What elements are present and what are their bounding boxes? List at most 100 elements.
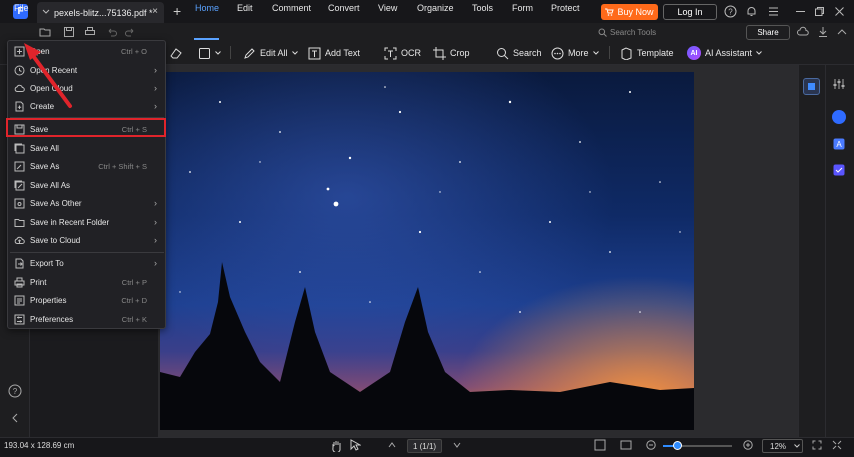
menu-item-label: Save to Cloud <box>30 235 81 245</box>
next-page-icon[interactable] <box>452 440 462 450</box>
download-icon[interactable] <box>817 26 829 38</box>
chevron-down-icon <box>291 51 298 55</box>
new-tab-icon[interactable]: + <box>173 3 181 19</box>
menu-item-save-all[interactable]: Save All <box>8 139 165 157</box>
menu-item-create[interactable]: Create › <box>8 97 165 115</box>
tab-comment[interactable]: Comment <box>272 3 311 13</box>
reading-mode-icon[interactable] <box>620 439 634 451</box>
search-tools-placeholder: Search Tools <box>610 27 657 37</box>
page-properties-button[interactable] <box>803 78 820 95</box>
submenu-arrow-icon: › <box>154 83 157 93</box>
menu-item-label: Save All As <box>30 180 71 190</box>
page-layout-icon[interactable] <box>594 439 608 451</box>
tab-form[interactable]: Form <box>512 3 533 13</box>
tab-organize[interactable]: Organize <box>417 3 454 13</box>
template-label: Template <box>637 48 674 58</box>
print-quick-icon[interactable] <box>84 26 96 38</box>
menu-icon[interactable] <box>767 5 780 18</box>
menu-item-save-to-cloud[interactable]: Save to Cloud › <box>8 231 165 249</box>
shape-tool-button[interactable] <box>198 45 221 61</box>
ai-assistant-label: AI Assistant <box>705 48 753 58</box>
menu-item-open-recent[interactable]: Open Recent › <box>8 61 165 79</box>
check-document-icon[interactable] <box>833 164 845 176</box>
add-text-button[interactable]: Add Text <box>308 45 360 61</box>
menu-item-label: Save As Other <box>30 198 82 208</box>
text-box-icon <box>308 47 321 59</box>
previous-page-icon[interactable] <box>387 440 397 450</box>
settings-sliders-icon[interactable] <box>832 78 846 90</box>
crop-button[interactable]: Crop <box>433 45 470 61</box>
save-all-icon <box>14 143 25 153</box>
document-tab[interactable]: pexels-blitz...75136.pdf * × <box>37 2 164 23</box>
open-folder-icon[interactable] <box>39 26 51 38</box>
menu-item-shortcut: Ctrl + D <box>121 295 147 305</box>
select-tool-icon[interactable] <box>349 439 361 452</box>
rectangle-icon <box>199 47 210 59</box>
document-tab-title: pexels-blitz...75136.pdf * <box>54 7 153 18</box>
tab-home[interactable]: Home <box>195 3 219 13</box>
menu-item-export-to[interactable]: Export To › <box>8 254 165 272</box>
zoom-in-icon[interactable] <box>743 440 753 450</box>
submenu-arrow-icon: › <box>154 101 157 111</box>
chevron-down-icon <box>42 9 50 14</box>
zoom-out-icon[interactable] <box>646 440 656 450</box>
buy-now-button[interactable]: Buy Now <box>601 4 658 20</box>
ocr-button[interactable]: OCR <box>384 45 421 61</box>
more-button[interactable]: More <box>551 45 599 61</box>
page-number-input[interactable]: 1 (1/1) <box>407 439 442 453</box>
collapse-up-icon[interactable] <box>836 26 848 38</box>
svg-text:?: ? <box>13 387 18 396</box>
notification-icon[interactable] <box>745 5 758 18</box>
undo-icon[interactable] <box>106 26 118 38</box>
tab-view[interactable]: View <box>378 3 397 13</box>
template-button[interactable]: Template <box>620 45 674 61</box>
menu-item-save-in-recent-folder[interactable]: Save in Recent Folder › <box>8 213 165 231</box>
tab-convert[interactable]: Convert <box>328 3 360 13</box>
redo-icon[interactable] <box>124 26 136 38</box>
ai-assistant-button[interactable]: AI AI Assistant <box>687 45 762 61</box>
login-button[interactable]: Log In <box>663 4 717 20</box>
help-icon[interactable]: ? <box>724 5 737 18</box>
zoom-slider-thumb[interactable] <box>673 441 682 450</box>
menu-item-properties[interactable]: Properties Ctrl + D <box>8 291 165 309</box>
menu-item-open[interactable]: Open Ctrl + O <box>8 42 165 60</box>
add-text-label: Add Text <box>325 48 360 58</box>
close-window-icon[interactable] <box>833 5 846 18</box>
tab-edit[interactable]: Edit <box>237 3 253 13</box>
tab-tools[interactable]: Tools <box>472 3 493 13</box>
search-button[interactable]: Search <box>496 45 542 61</box>
chat-bot-icon[interactable] <box>832 110 846 124</box>
ocr-icon <box>384 47 397 59</box>
document-image <box>160 72 694 430</box>
close-tab-icon[interactable]: × <box>152 6 158 17</box>
search-tools-input[interactable]: Search Tools <box>598 25 718 39</box>
menu-item-open-cloud[interactable]: Open Cloud › <box>8 79 165 97</box>
menu-item-save-as[interactable]: Save As Ctrl + Shift + S <box>8 157 165 175</box>
cloud-upload-icon[interactable] <box>797 26 809 38</box>
buy-now-label: Buy Now <box>617 7 654 17</box>
menu-item-preferences[interactable]: Preferences Ctrl + K <box>8 310 165 328</box>
fullscreen-icon[interactable] <box>832 440 842 450</box>
menu-item-save-as-other[interactable]: Save As Other › <box>8 194 165 212</box>
save-quick-icon[interactable] <box>63 26 75 38</box>
edit-all-button[interactable]: Edit All <box>243 45 298 61</box>
file-menu-tab[interactable]: File <box>14 3 29 13</box>
collapse-left-icon[interactable] <box>11 413 19 423</box>
help-circle-icon[interactable]: ? <box>8 384 22 398</box>
eraser-icon[interactable] <box>169 46 183 60</box>
hand-tool-icon[interactable] <box>331 439 343 452</box>
fit-page-icon[interactable] <box>812 440 822 450</box>
chevron-down-icon <box>592 51 599 55</box>
cart-icon <box>605 8 615 16</box>
edit-pen-icon <box>244 47 255 59</box>
menu-item-print[interactable]: Print Ctrl + P <box>8 273 165 291</box>
share-button[interactable]: Share <box>746 25 790 40</box>
translate-icon[interactable]: A <box>833 138 845 150</box>
restore-icon[interactable] <box>813 5 826 18</box>
zoom-level-select[interactable]: 12% <box>762 439 803 453</box>
minimize-icon[interactable] <box>794 5 807 18</box>
menu-item-save-all-as[interactable]: Save All As <box>8 176 165 194</box>
submenu-arrow-icon: › <box>154 235 157 245</box>
tab-protect[interactable]: Protect <box>551 3 580 13</box>
print-icon <box>14 277 25 287</box>
